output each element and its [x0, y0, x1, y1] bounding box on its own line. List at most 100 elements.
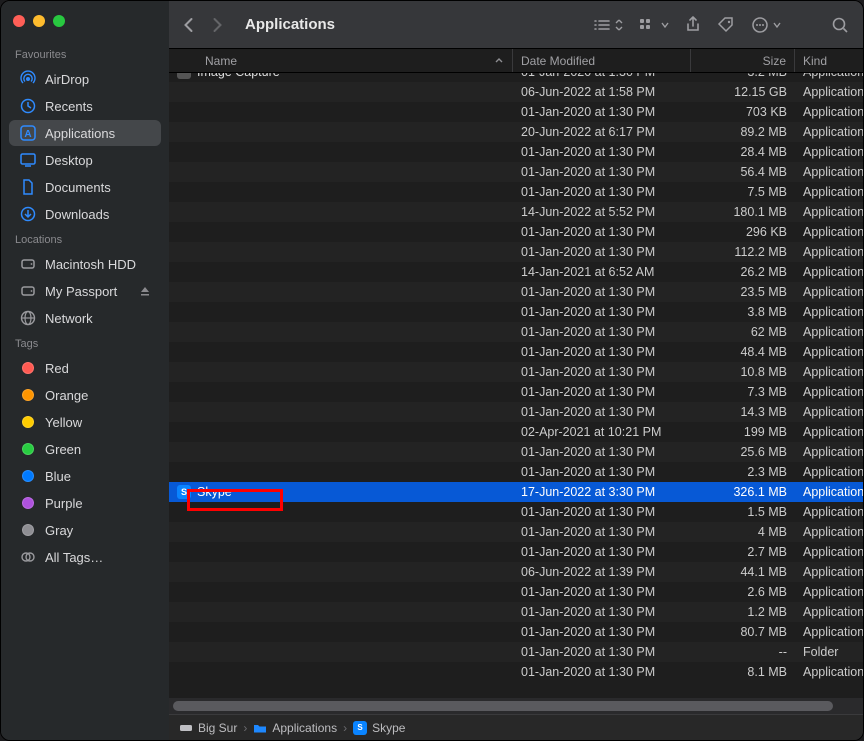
sidebar-item-label: All Tags… — [45, 550, 103, 565]
file-row[interactable]: 01-Jan-2020 at 1:30 PM80.7 MBApplication — [169, 622, 863, 642]
file-row[interactable]: 01-Jan-2020 at 1:30 PM7.3 MBApplication — [169, 382, 863, 402]
sidebar-item-downloads[interactable]: Downloads — [9, 201, 161, 227]
column-header-date[interactable]: Date Modified — [513, 49, 691, 72]
path-segment[interactable]: Big Sur — [179, 721, 237, 735]
group-by-button[interactable] — [639, 18, 669, 32]
file-row[interactable]: 20-Jun-2022 at 6:17 PM89.2 MBApplication — [169, 122, 863, 142]
file-size-cell: 44.1 MB — [691, 562, 795, 582]
sidebar-item-airdrop[interactable]: AirDrop — [9, 66, 161, 92]
file-row[interactable]: 01-Jan-2020 at 1:30 PM48.4 MBApplication — [169, 342, 863, 362]
scrollbar-thumb[interactable] — [173, 701, 833, 711]
view-mode-button[interactable] — [593, 18, 623, 32]
path-segment[interactable]: Applications — [253, 721, 337, 735]
file-row[interactable]: 06-Jun-2022 at 1:58 PM12.15 GBApplicatio… — [169, 82, 863, 102]
file-kind-cell: Application — [795, 562, 863, 582]
column-header-size[interactable]: Size — [691, 49, 795, 72]
path-separator-icon: › — [343, 721, 347, 735]
file-row[interactable]: 14-Jun-2022 at 5:52 PM180.1 MBApplicatio… — [169, 202, 863, 222]
sidebar-item-desktop[interactable]: Desktop — [9, 147, 161, 173]
file-row[interactable]: 01-Jan-2020 at 1:30 PM62 MBApplication — [169, 322, 863, 342]
file-row[interactable]: 01-Jan-2020 at 1:30 PM1.5 MBApplication — [169, 502, 863, 522]
file-date-cell: 01-Jan-2020 at 1:30 PM — [513, 222, 691, 242]
sidebar-item-yellow[interactable]: Yellow — [9, 409, 161, 435]
file-row[interactable]: 01-Jan-2020 at 1:30 PM112.2 MBApplicatio… — [169, 242, 863, 262]
file-size-cell: 23.5 MB — [691, 282, 795, 302]
file-date-cell: 01-Jan-2020 at 1:30 PM — [513, 522, 691, 542]
sidebar-item-network[interactable]: Network — [9, 305, 161, 331]
sidebar-item-documents[interactable]: Documents — [9, 174, 161, 200]
minimize-window-button[interactable] — [33, 15, 45, 27]
eject-icon[interactable] — [139, 285, 151, 297]
share-button[interactable] — [685, 16, 701, 34]
column-header-name[interactable]: Name — [169, 49, 513, 72]
sidebar-item-green[interactable]: Green — [9, 436, 161, 462]
file-list[interactable]: Image Capture01-Jan-2020 at 1:30 PM3.2 M… — [169, 73, 863, 698]
sidebar-item-my-passport[interactable]: My Passport — [9, 278, 161, 304]
file-name-cell — [169, 362, 513, 382]
file-kind-cell: Application — [795, 582, 863, 602]
file-row[interactable]: 01-Jan-2020 at 1:30 PM296 KBApplication — [169, 222, 863, 242]
file-row[interactable]: 01-Jan-2020 at 1:30 PM7.5 MBApplication — [169, 182, 863, 202]
file-row[interactable]: 01-Jan-2020 at 1:30 PM2.7 MBApplication — [169, 542, 863, 562]
horizontal-scrollbar[interactable] — [169, 698, 863, 714]
file-row[interactable]: 01-Jan-2020 at 1:30 PM10.8 MBApplication — [169, 362, 863, 382]
file-date-cell: 01-Jan-2020 at 1:30 PM — [513, 162, 691, 182]
skype-icon: S — [353, 721, 367, 735]
file-size-cell: 8.1 MB — [691, 662, 795, 682]
file-name-cell — [169, 462, 513, 482]
file-row[interactable]: 01-Jan-2020 at 1:30 PM28.4 MBApplication — [169, 142, 863, 162]
fullscreen-window-button[interactable] — [53, 15, 65, 27]
file-row[interactable]: 01-Jan-2020 at 1:30 PM2.6 MBApplication — [169, 582, 863, 602]
file-row[interactable]: 06-Jun-2022 at 1:39 PM44.1 MBApplication — [169, 562, 863, 582]
path-segment[interactable]: SSkype — [353, 721, 405, 735]
file-date-cell: 01-Jan-2020 at 1:30 PM — [513, 582, 691, 602]
app-icon — [177, 73, 191, 79]
action-menu-button[interactable] — [751, 16, 781, 34]
sidebar-item-macintosh-hdd[interactable]: Macintosh HDD — [9, 251, 161, 277]
download-icon — [19, 205, 37, 223]
file-name-cell — [169, 562, 513, 582]
file-row[interactable]: 01-Jan-2020 at 1:30 PM14.3 MBApplication — [169, 402, 863, 422]
close-window-button[interactable] — [13, 15, 25, 27]
file-row[interactable]: 01-Jan-2020 at 1:30 PM4 MBApplication — [169, 522, 863, 542]
sidebar-item-all-tags-[interactable]: All Tags… — [9, 544, 161, 570]
file-row[interactable]: 01-Jan-2020 at 1:30 PM3.8 MBApplication — [169, 302, 863, 322]
sidebar-item-label: Yellow — [45, 415, 82, 430]
tags-button[interactable] — [717, 16, 735, 34]
file-row[interactable]: SSkype17-Jun-2022 at 3:30 PM326.1 MBAppl… — [169, 482, 863, 502]
file-row[interactable]: 01-Jan-2020 at 1:30 PM56.4 MBApplication — [169, 162, 863, 182]
file-row[interactable]: 01-Jan-2020 at 1:30 PM2.3 MBApplication — [169, 462, 863, 482]
file-row[interactable]: 01-Jan-2020 at 1:30 PM703 KBApplication — [169, 102, 863, 122]
main-pane: Applications — [169, 1, 863, 740]
column-header-kind[interactable]: Kind — [795, 49, 863, 72]
sidebar-item-orange[interactable]: Orange — [9, 382, 161, 408]
file-row[interactable]: 01-Jan-2020 at 1:30 PM25.6 MBApplication — [169, 442, 863, 462]
file-name-cell — [169, 282, 513, 302]
file-row[interactable]: 01-Jan-2020 at 1:30 PM1.2 MBApplication — [169, 602, 863, 622]
file-date-cell: 01-Jan-2020 at 1:30 PM — [513, 622, 691, 642]
sidebar-item-purple[interactable]: Purple — [9, 490, 161, 516]
file-name-cell: Image Capture — [169, 73, 513, 82]
column-header-kind-label: Kind — [803, 54, 827, 68]
file-row[interactable]: Image Capture01-Jan-2020 at 1:30 PM3.2 M… — [169, 73, 863, 82]
file-row[interactable]: 01-Jan-2020 at 1:30 PM--Folder — [169, 642, 863, 662]
file-row[interactable]: 01-Jan-2020 at 1:30 PM8.1 MBApplication — [169, 662, 863, 682]
file-date-cell: 01-Jan-2020 at 1:30 PM — [513, 142, 691, 162]
sidebar-item-gray[interactable]: Gray — [9, 517, 161, 543]
file-date-cell: 01-Jan-2020 at 1:30 PM — [513, 242, 691, 262]
file-row[interactable]: 14-Jan-2021 at 6:52 AM26.2 MBApplication — [169, 262, 863, 282]
file-row[interactable]: 02-Apr-2021 at 10:21 PM199 MBApplication — [169, 422, 863, 442]
file-date-cell: 14-Jan-2021 at 6:52 AM — [513, 262, 691, 282]
sidebar-item-applications[interactable]: AApplications — [9, 120, 161, 146]
search-button[interactable] — [831, 16, 849, 34]
sidebar-item-red[interactable]: Red — [9, 355, 161, 381]
file-row[interactable]: 01-Jan-2020 at 1:30 PM23.5 MBApplication — [169, 282, 863, 302]
nav-forward-button[interactable] — [212, 17, 223, 33]
file-name-label: Skype — [197, 485, 232, 499]
sidebar-item-blue[interactable]: Blue — [9, 463, 161, 489]
nav-back-button[interactable] — [183, 17, 194, 33]
path-bar: Big Sur›Applications›SSkype — [169, 714, 863, 740]
sidebar-item-recents[interactable]: Recents — [9, 93, 161, 119]
file-size-cell: 3.8 MB — [691, 302, 795, 322]
sidebar-item-label: Desktop — [45, 153, 93, 168]
